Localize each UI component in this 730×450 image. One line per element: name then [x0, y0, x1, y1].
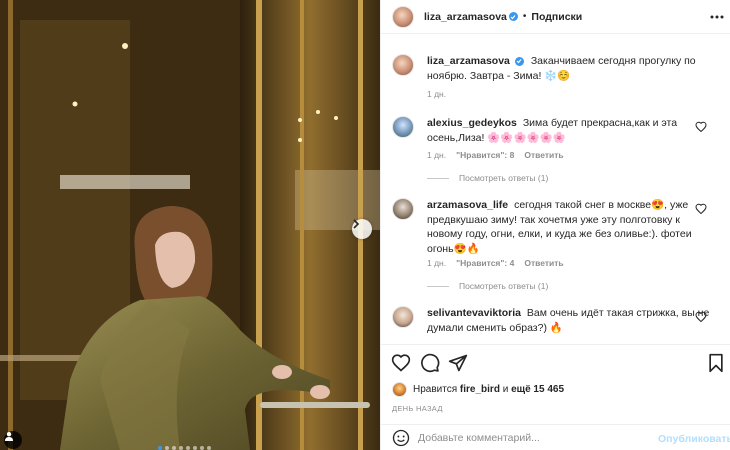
header-separator: •: [522, 11, 527, 22]
caption-username[interactable]: liza_arzamasova: [427, 55, 510, 67]
chevron-right-icon: [353, 219, 360, 229]
add-comment-bar: Опубликовать: [381, 424, 730, 450]
like-comment-icon[interactable]: [695, 311, 707, 323]
comment-username[interactable]: arzamasova_life: [427, 199, 508, 211]
comment-time[interactable]: 1 дн.: [427, 150, 446, 160]
like-comment-icon[interactable]: [695, 121, 707, 133]
view-replies-label: Посмотреть ответы (1): [459, 173, 549, 183]
post-date[interactable]: ДЕНЬ НАЗАД: [392, 404, 443, 413]
comment-meta: 1 дн. "Нравится": 8 Ответить: [427, 150, 564, 160]
reply-button[interactable]: Ответить: [524, 150, 563, 160]
carousel-dot: [179, 446, 183, 450]
share-icon[interactable]: [448, 353, 468, 373]
verified-badge-icon: [514, 56, 524, 66]
comments-list: liza_arzamasova Заканчиваем сегодня прог…: [381, 34, 730, 344]
replies-divider: [427, 285, 449, 287]
comment-icon[interactable]: [420, 353, 440, 373]
view-replies-label: Посмотреть ответы (1): [459, 281, 549, 291]
carousel-dot: [207, 446, 211, 450]
tagged-users-button[interactable]: [4, 431, 22, 449]
comment-item: arzamasova_life сегодня такой снег в мос…: [392, 198, 722, 256]
verified-badge-icon: [508, 12, 518, 21]
comment-username[interactable]: alexius_gedeykos: [427, 117, 517, 129]
likes-prefix: Нравится: [413, 384, 458, 395]
comment-body: selivantevaviktoria Вам очень идёт такая…: [427, 306, 712, 335]
view-replies-button[interactable]: Посмотреть ответы (1): [427, 173, 548, 183]
user-icon: [5, 432, 13, 441]
comment-likes[interactable]: "Нравится": 4: [456, 258, 514, 268]
view-replies-button[interactable]: Посмотреть ответы (1): [427, 281, 548, 291]
replies-divider: [427, 177, 449, 179]
post-photo[interactable]: [0, 0, 380, 450]
carousel-dot: [165, 446, 169, 450]
post-actions: [381, 344, 730, 382]
commenter-avatar[interactable]: [392, 198, 414, 220]
liker-username[interactable]: fire_bird: [460, 384, 500, 395]
likes-count[interactable]: ещё 15 465: [511, 384, 564, 395]
comment-input[interactable]: [418, 431, 648, 444]
commenter-avatar[interactable]: [392, 306, 414, 328]
following-button[interactable]: Подписки: [531, 11, 582, 23]
comment-body: arzamasova_life сегодня такой снег в мос…: [427, 198, 712, 256]
more-options-button[interactable]: [709, 9, 725, 25]
likes-summary: Нравится fire_bird и ещё 15 465: [392, 382, 564, 397]
comment-body: alexius_gedeykos Зима будет прекрасна,ка…: [427, 116, 712, 145]
caption-body: liza_arzamasova Заканчиваем сегодня прог…: [427, 54, 712, 83]
carousel-dot: [172, 446, 176, 450]
likes-conjunction: и: [502, 384, 509, 395]
caption-meta: 1 дн.: [427, 89, 446, 99]
comment-likes[interactable]: "Нравится": 8: [456, 150, 514, 160]
post-header: liza_arzamasova • Подписки: [381, 0, 730, 34]
comment-meta: 1 дн. "Нравится": 4 Ответить: [427, 258, 564, 268]
comment-time[interactable]: 1 дн.: [427, 258, 446, 268]
caption-time[interactable]: 1 дн.: [427, 89, 446, 99]
carousel-dot: [193, 446, 197, 450]
commenter-avatar[interactable]: [392, 116, 414, 138]
carousel-dot: [186, 446, 190, 450]
reply-button[interactable]: Ответить: [524, 258, 563, 268]
publish-button[interactable]: Опубликовать: [658, 433, 730, 445]
comment-username[interactable]: selivantevaviktoria: [427, 307, 521, 319]
caption: liza_arzamasova Заканчиваем сегодня прог…: [392, 54, 722, 83]
more-horizontal-icon: [710, 15, 724, 19]
heart-icon[interactable]: [391, 353, 411, 373]
photo-illustration: [0, 0, 380, 450]
comment-item: alexius_gedeykos Зима будет прекрасна,ка…: [392, 116, 722, 145]
comment-item: selivantevaviktoria Вам очень идёт такая…: [392, 306, 722, 335]
like-comment-icon[interactable]: [695, 203, 707, 215]
author-avatar[interactable]: [392, 54, 414, 76]
author-username[interactable]: liza_arzamasova: [424, 11, 507, 23]
carousel-dot-active: [158, 446, 162, 450]
liker-avatar[interactable]: [392, 382, 407, 397]
instagram-post: liza_arzamasova • Подписки liza_arzamaso…: [0, 0, 730, 450]
author-avatar[interactable]: [392, 5, 414, 28]
next-photo-button[interactable]: [352, 219, 372, 239]
carousel-dot: [200, 446, 204, 450]
bookmark-icon[interactable]: [706, 353, 726, 373]
carousel-indicator: [158, 446, 211, 450]
emoji-icon[interactable]: [392, 429, 410, 447]
post-sidebar: liza_arzamasova • Подписки liza_arzamaso…: [380, 0, 730, 450]
